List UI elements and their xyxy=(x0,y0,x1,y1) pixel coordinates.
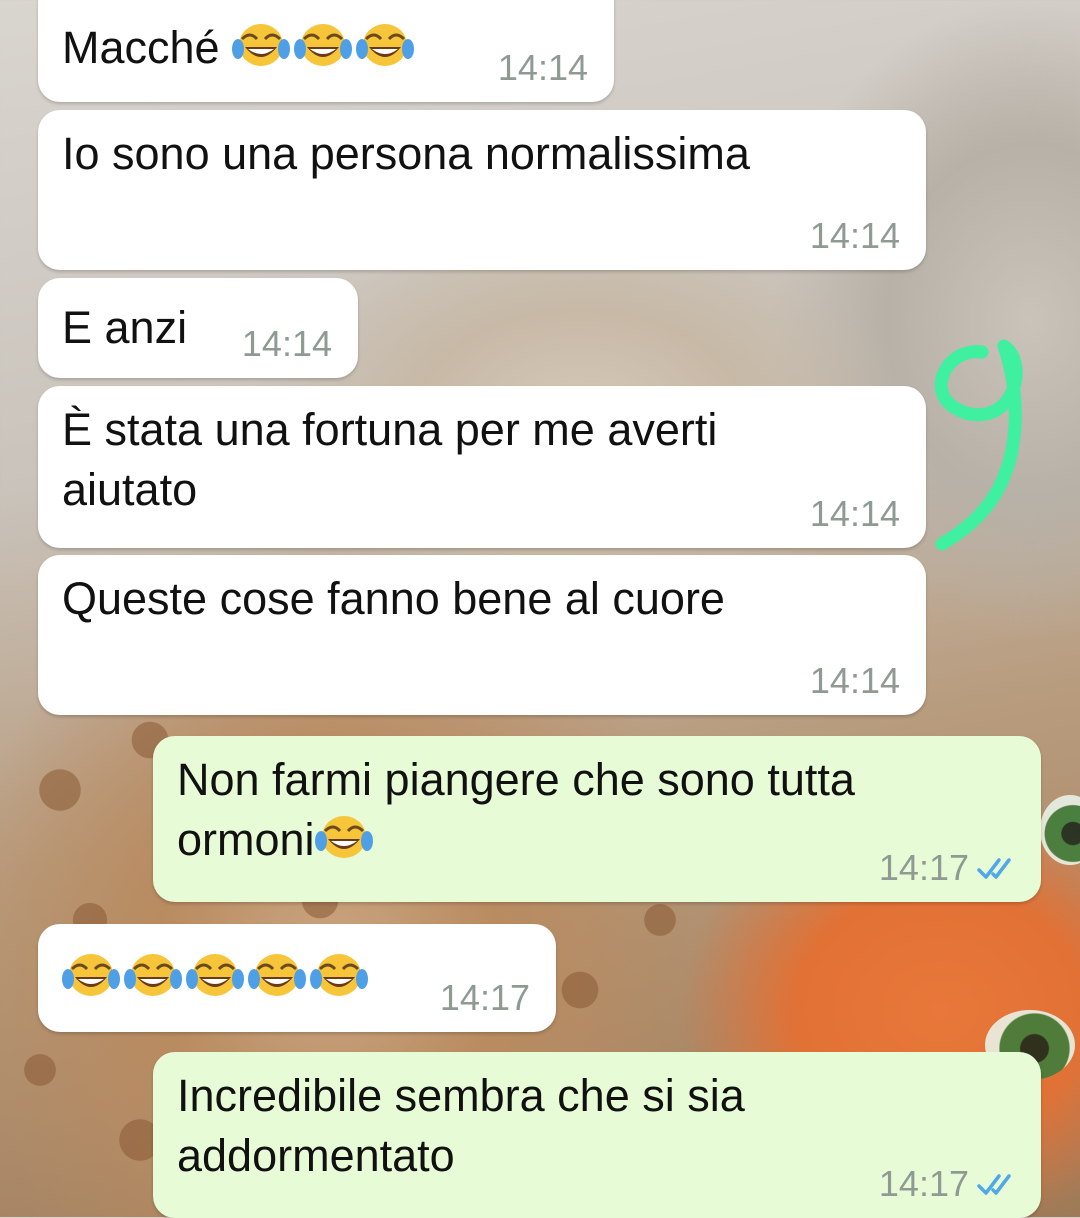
handwritten-nine-annotation xyxy=(934,339,1023,551)
message-text: E anzi xyxy=(62,302,188,353)
message-timestamp: 14:14 xyxy=(809,660,900,701)
face-with-tears-of-joy-emoji xyxy=(314,816,373,858)
message-text: Queste cose fanno bene al cuore xyxy=(62,573,725,624)
message-text: Non farmi piangere che sono tutta ormoni xyxy=(177,754,855,865)
face-with-tears-of-joy-emoji xyxy=(124,954,182,996)
message-text: Incredibile sembra che si sia addormenta… xyxy=(177,1070,745,1181)
message-bubble-incoming[interactable]: Io sono una persona normalissima 14:14 xyxy=(38,110,926,270)
emoji-group xyxy=(62,952,372,1003)
message-bubble-incoming[interactable]: Queste cose fanno bene al cuore 14:14 xyxy=(38,555,926,715)
wallpaper-toy-eye xyxy=(1040,795,1080,865)
face-with-tears-of-joy-emoji xyxy=(186,954,244,996)
message-text: Macché xyxy=(62,22,220,73)
message-timestamp: 14:14 xyxy=(241,323,332,364)
face-with-tears-of-joy-emoji xyxy=(294,24,353,66)
message-timestamp: 14:17 xyxy=(439,977,530,1018)
message-timestamp: 14:14 xyxy=(497,47,588,88)
message-bubble-outgoing[interactable]: Incredibile sembra che si sia addormenta… xyxy=(153,1052,1041,1218)
double-check-icon xyxy=(977,858,1011,879)
message-text: È stata una fortuna per me averti aiutat… xyxy=(62,404,718,515)
message-timestamp: 14:17 xyxy=(878,1163,969,1204)
message-text: Io sono una persona normalissima xyxy=(62,128,750,179)
face-with-tears-of-joy-emoji xyxy=(356,24,415,66)
face-with-tears-of-joy-emoji xyxy=(310,954,368,996)
emoji-group xyxy=(232,22,418,73)
emoji-group xyxy=(314,814,377,865)
message-bubble-incoming[interactable]: 14:17 xyxy=(38,924,556,1032)
message-bubble-incoming[interactable]: E anzi 14:14 xyxy=(38,278,358,378)
double-check-icon xyxy=(977,1174,1011,1195)
message-timestamp: 14:17 xyxy=(878,847,969,888)
face-with-tears-of-joy-emoji xyxy=(62,954,120,996)
message-timestamp: 14:14 xyxy=(809,215,900,256)
face-with-tears-of-joy-emoji xyxy=(232,24,291,66)
face-with-tears-of-joy-emoji xyxy=(248,954,306,996)
message-bubble-outgoing[interactable]: Non farmi piangere che sono tutta ormoni… xyxy=(153,736,1041,902)
message-bubble-incoming[interactable]: Macché 14:14 xyxy=(38,0,614,102)
message-bubble-incoming[interactable]: È stata una fortuna per me averti aiutat… xyxy=(38,386,926,548)
message-timestamp: 14:14 xyxy=(809,493,900,534)
